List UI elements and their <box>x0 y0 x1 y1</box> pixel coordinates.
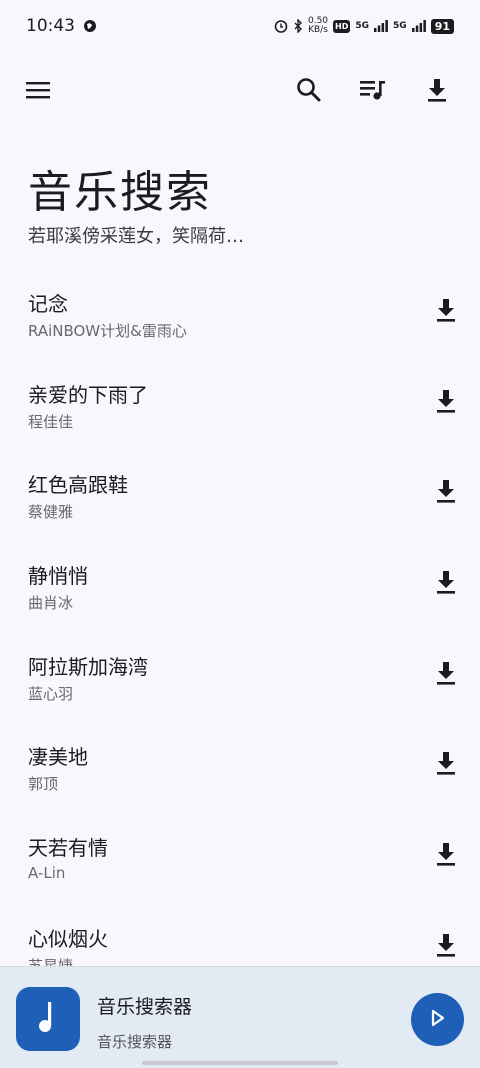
battery-level: 91 <box>430 18 454 34</box>
status-bar: 10:43 0.50 KB/s HD 5G 5G 91 <box>0 0 480 52</box>
download-icon <box>435 297 457 327</box>
signal-icon-1 <box>374 20 388 32</box>
signal-icon-2 <box>411 20 426 32</box>
search-icon <box>296 77 322 107</box>
download-icon <box>435 841 457 871</box>
list-item[interactable]: 凄美地 郭顶 <box>0 723 480 814</box>
song-artist: RAiNBOW计划&雷雨心 <box>28 322 187 340</box>
download-icon <box>435 932 457 962</box>
status-time: 10:43 <box>26 16 75 36</box>
page-subtitle: 若耶溪傍采莲女，笑隔荷… <box>28 226 244 247</box>
song-title: 心似烟火 <box>28 926 108 951</box>
song-artist: 曲肖冰 <box>28 594 74 613</box>
download-button[interactable] <box>430 657 462 693</box>
song-title: 天若有情 <box>28 836 108 861</box>
song-artist: 郭顶 <box>28 775 59 794</box>
download-icon <box>435 750 457 780</box>
page-title: 音乐搜索 <box>28 167 212 218</box>
album-art <box>16 987 80 1051</box>
song-title: 记念 <box>28 292 68 316</box>
play-icon <box>430 1009 446 1031</box>
download-button[interactable] <box>430 294 462 330</box>
download-icon <box>435 569 457 599</box>
download-icon <box>435 660 457 690</box>
mini-player[interactable]: 音乐搜索器 音乐搜索器 <box>0 966 480 1068</box>
music-note-icon <box>36 1000 60 1038</box>
download-all-button[interactable] <box>415 70 459 114</box>
download-icon <box>435 478 457 508</box>
menu-icon <box>25 80 51 104</box>
download-button[interactable] <box>430 385 462 421</box>
song-artist: 程佳佳 <box>28 412 74 431</box>
song-artist: A-Lin <box>28 864 66 883</box>
download-button[interactable] <box>430 475 462 511</box>
list-item[interactable]: 静悄悄 曲肖冰 <box>0 542 480 633</box>
menu-button[interactable] <box>16 70 60 114</box>
download-icon <box>426 77 448 107</box>
sim1-label: 5G <box>355 21 370 31</box>
net-speed-unit: KB/s <box>308 25 328 35</box>
list-item[interactable]: 红色高跟鞋 蔡健雅 <box>0 451 480 542</box>
download-icon <box>435 388 457 418</box>
player-subtitle: 音乐搜索器 <box>97 1033 173 1051</box>
play-button[interactable] <box>411 993 464 1046</box>
home-indicator <box>142 1061 338 1065</box>
song-title: 静悄悄 <box>28 564 88 589</box>
download-button[interactable] <box>430 929 462 965</box>
song-list: 记念 RAiNBOW计划&雷雨心 亲爱的下雨了 程佳佳 红色高跟鞋 蔡健雅 静悄… <box>0 270 480 996</box>
list-item[interactable]: 阿拉斯加海湾 蓝心羽 <box>0 633 480 724</box>
song-title: 凄美地 <box>28 745 88 770</box>
player-title: 音乐搜索器 <box>97 996 193 1018</box>
song-artist: 蓝心羽 <box>28 684 74 703</box>
bluetooth-icon <box>293 19 303 33</box>
alarm-icon <box>274 19 288 33</box>
list-item[interactable]: 亲爱的下雨了 程佳佳 <box>0 361 480 452</box>
song-title: 红色高跟鞋 <box>28 473 128 498</box>
list-item[interactable]: 记念 RAiNBOW计划&雷雨心 <box>0 270 480 361</box>
globe-icon <box>83 19 97 33</box>
song-artist: 蔡健雅 <box>28 503 74 522</box>
download-button[interactable] <box>430 747 462 783</box>
playlist-icon <box>359 78 387 106</box>
top-app-bar <box>0 62 480 122</box>
playlist-button[interactable] <box>351 70 395 114</box>
download-button[interactable] <box>430 838 462 874</box>
song-title: 亲爱的下雨了 <box>28 382 148 407</box>
search-button[interactable] <box>287 70 331 114</box>
sim2-label: 5G <box>393 21 407 31</box>
song-title: 阿拉斯加海湾 <box>28 654 148 679</box>
network-speed: 0.50 KB/s <box>308 17 328 35</box>
list-item[interactable]: 天若有情 A-Lin <box>0 814 480 905</box>
download-button[interactable] <box>430 566 462 602</box>
hd-badge: HD <box>333 19 351 33</box>
